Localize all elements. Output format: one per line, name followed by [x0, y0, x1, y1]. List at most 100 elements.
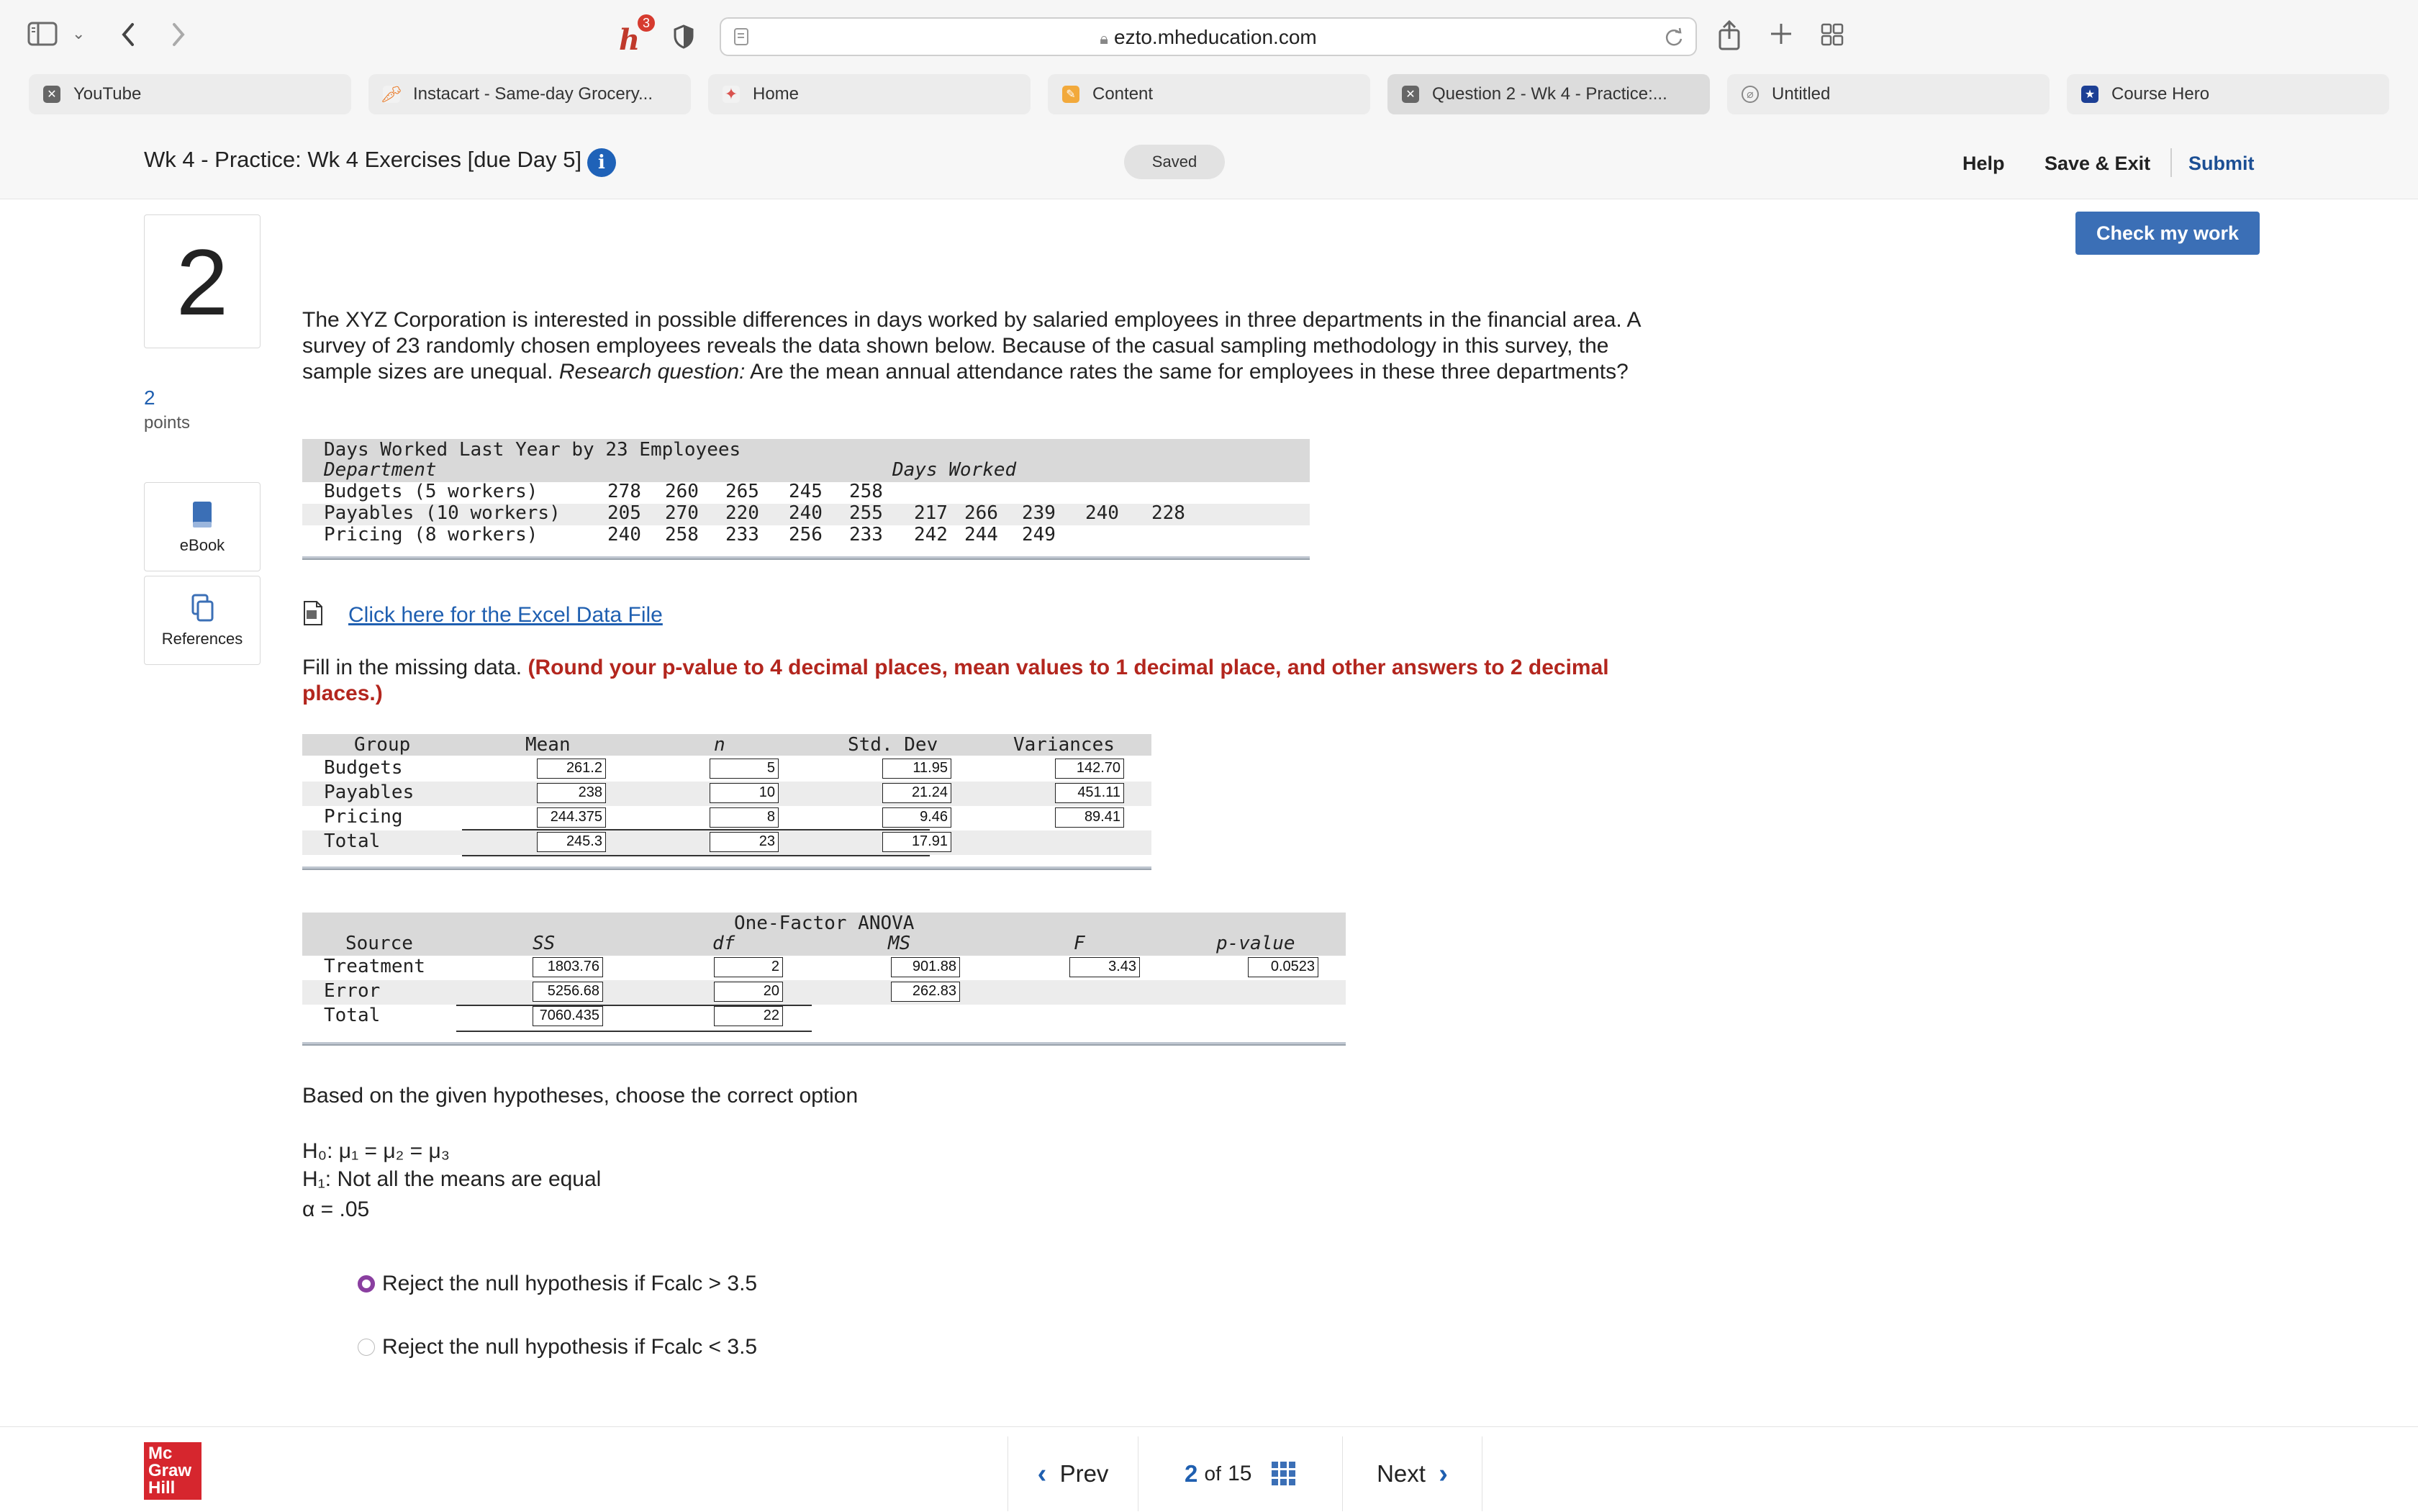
answer-field-ss[interactable]: 1803.76 [533, 957, 603, 977]
department-cell: Pricing (8 workers) [324, 524, 538, 546]
answer-field-var[interactable]: 142.70 [1055, 759, 1124, 779]
grid-icon[interactable] [1271, 1462, 1296, 1486]
saved-status-badge: Saved [1124, 145, 1225, 179]
answer-field-ms[interactable]: 262.83 [891, 982, 960, 1002]
tab-content[interactable]: ✎ Content [1048, 74, 1370, 114]
copy-pages-icon [191, 594, 214, 622]
prev-button[interactable]: ‹ Prev [1008, 1436, 1138, 1511]
days-value-cell: 260 [665, 481, 699, 502]
group-label: Pricing [324, 806, 403, 828]
answer-field-f[interactable]: 3.43 [1069, 957, 1140, 977]
tab-instacart[interactable]: 🥕︎ Instacart - Same-day Grocery... [368, 74, 691, 114]
next-button[interactable]: Next › [1343, 1436, 1482, 1511]
answer-field-sd[interactable]: 17.91 [882, 832, 951, 852]
days-value-cell: 239 [1022, 502, 1056, 524]
excel-data-file-link[interactable]: Click here for the Excel Data File [348, 603, 663, 628]
research-question-label: Research question: [558, 360, 746, 384]
forward-icon[interactable] [170, 20, 187, 54]
answer-field-mean[interactable]: 245.3 [537, 832, 606, 852]
radio-selected[interactable] [358, 1275, 375, 1293]
days-value-cell: 217 [914, 502, 948, 524]
tab-youtube[interactable]: ✕ YouTube [29, 74, 351, 114]
mcgraw-hill-logo: Mc Graw Hill [144, 1442, 202, 1500]
new-tab-icon[interactable] [1769, 22, 1793, 50]
days-value-cell: 228 [1151, 502, 1185, 524]
answer-field-n[interactable]: 23 [710, 832, 779, 852]
total-pages: 15 [1228, 1462, 1252, 1485]
answer-field-var[interactable]: 451.11 [1055, 783, 1124, 803]
answer-field-ms[interactable]: 901.88 [891, 957, 960, 977]
days-value-cell: 245 [789, 481, 823, 502]
tab-label: Untitled [1772, 84, 1831, 104]
option-label: Reject the null hypothesis if Fcalc < 3.… [382, 1335, 758, 1359]
tab-course-hero[interactable]: ★ Course Hero [2067, 74, 2389, 114]
current-page: 2 [1185, 1460, 1198, 1487]
col-header: n [714, 734, 725, 756]
chevron-down-icon[interactable]: ⌄ [72, 26, 85, 42]
address-bar[interactable]: 🔒︎ ezto.mheducation.com [720, 17, 1697, 56]
back-icon[interactable] [119, 20, 137, 54]
answer-field-sd[interactable]: 21.24 [882, 783, 951, 803]
answer-field-n[interactable]: 8 [710, 807, 779, 828]
source-label: Total [324, 1005, 381, 1026]
department-header: Department [324, 459, 437, 481]
answer-field-var[interactable]: 89.41 [1055, 807, 1124, 828]
content-icon: ✎ [1062, 86, 1079, 103]
days-value-cell: 244 [964, 524, 998, 546]
answer-field-n[interactable]: 5 [710, 759, 779, 779]
answer-field-ss[interactable]: 5256.68 [533, 982, 603, 1002]
group-label: Payables [324, 782, 415, 803]
check-my-work-button[interactable]: Check my work [2075, 212, 2260, 255]
close-tab-icon[interactable]: ✕ [1402, 86, 1419, 103]
answer-field-p[interactable]: 0.0523 [1248, 957, 1318, 977]
references-label: References [161, 630, 243, 648]
share-icon[interactable] [1717, 19, 1742, 54]
answer-field-mean[interactable]: 238 [537, 783, 606, 803]
answer-field-df[interactable]: 22 [714, 1006, 783, 1026]
sidebar-toggle-icon[interactable] [27, 22, 58, 51]
days-value-cell: 255 [849, 502, 883, 524]
privacy-shield-icon[interactable] [674, 24, 694, 53]
tab-question-2[interactable]: ✕ Question 2 - Wk 4 - Practice:... [1387, 74, 1710, 114]
file-icon [304, 601, 322, 625]
tab-overview-icon[interactable] [1821, 23, 1844, 50]
col-header: Variances [1013, 734, 1115, 756]
tab-untitled[interactable]: ⌀ Untitled [1727, 74, 2050, 114]
answer-field-sd[interactable]: 11.95 [882, 759, 951, 779]
honey-extension-icon[interactable]: h 3 [616, 14, 655, 57]
save-exit-link[interactable]: Save & Exit [2045, 153, 2150, 175]
days-value-cell: 249 [1022, 524, 1056, 546]
reload-icon[interactable] [1664, 27, 1684, 47]
tab-label: Instacart - Same-day Grocery... [413, 84, 653, 104]
references-button[interactable]: References [144, 576, 261, 665]
days-value-cell: 240 [789, 502, 823, 524]
of-label: of [1204, 1462, 1221, 1485]
option-reject-less[interactable]: Reject the null hypothesis if Fcalc < 3.… [358, 1335, 757, 1359]
days-value-cell: 220 [725, 502, 759, 524]
col-header: p-value [1216, 933, 1295, 954]
table-bottom-rule [302, 556, 1310, 560]
submit-link[interactable]: Submit [2188, 153, 2255, 175]
tab-label: Question 2 - Wk 4 - Practice:... [1432, 84, 1667, 104]
answer-field-df[interactable]: 2 [714, 957, 783, 977]
radio-unselected[interactable] [358, 1339, 375, 1356]
ebook-button[interactable]: eBook [144, 482, 261, 571]
help-link[interactable]: Help [1962, 153, 2005, 175]
info-icon[interactable]: i [587, 148, 616, 177]
answer-field-mean[interactable]: 244.375 [537, 807, 606, 828]
days-value-cell: 258 [665, 524, 699, 546]
days-value-cell: 258 [849, 481, 883, 502]
points-value: 2 [144, 386, 155, 409]
answer-field-n[interactable]: 10 [710, 783, 779, 803]
tab-home[interactable]: ✦ Home [708, 74, 1031, 114]
answer-field-mean[interactable]: 261.2 [537, 759, 606, 779]
option-reject-greater[interactable]: Reject the null hypothesis if Fcalc > 3.… [358, 1272, 757, 1296]
department-cell: Payables (10 workers) [324, 502, 561, 524]
anova-table: One-Factor ANOVA Source SS df MS F p-val… [302, 913, 1346, 1056]
close-tab-icon[interactable]: ✕ [43, 86, 60, 103]
answer-field-ss[interactable]: 7060.435 [533, 1006, 603, 1026]
answer-field-df[interactable]: 20 [714, 982, 783, 1002]
answer-field-sd[interactable]: 9.46 [882, 807, 951, 828]
days-value-cell: 242 [914, 524, 948, 546]
question-picker[interactable]: 2 of 15 [1138, 1436, 1343, 1511]
